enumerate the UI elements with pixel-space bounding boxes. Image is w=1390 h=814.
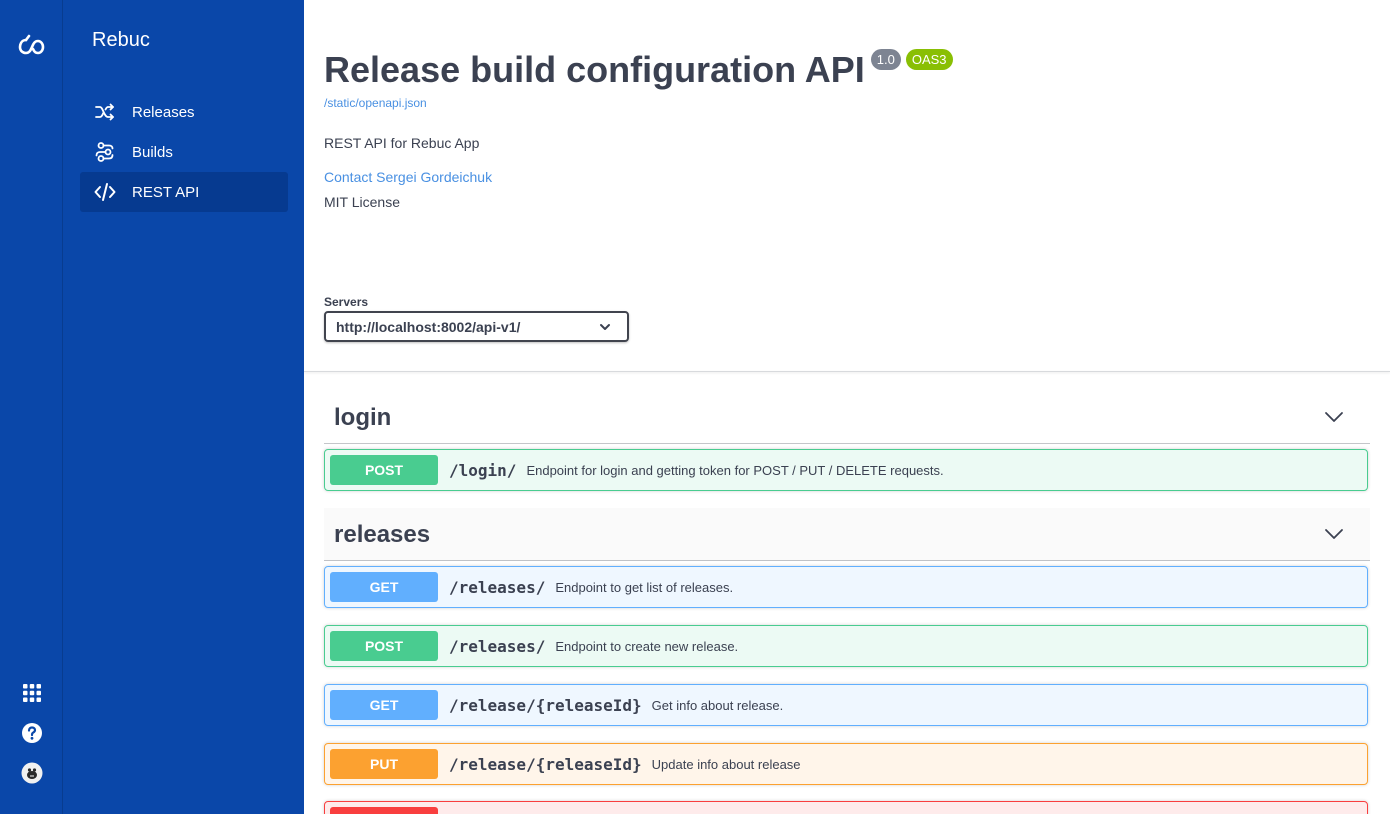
operation-get-release[interactable]: GET /release/{releaseId} Get info about … xyxy=(324,684,1368,726)
icon-rail xyxy=(0,0,63,814)
license-text: MIT License xyxy=(324,194,400,210)
chevron-down-icon[interactable] xyxy=(1324,407,1344,427)
operation-put-release[interactable]: PUT /release/{releaseId} Update info abo… xyxy=(324,743,1368,785)
app-name: Rebuc xyxy=(92,29,150,51)
operation-delete-release[interactable] xyxy=(324,801,1368,814)
page-title: Release build configuration API xyxy=(324,49,865,90)
method-badge: GET xyxy=(330,572,438,602)
sidebar-item-label: Builds xyxy=(132,143,173,161)
tag-header-releases[interactable]: releases xyxy=(324,508,1370,561)
shuffle-icon xyxy=(93,100,117,124)
servers-label: Servers xyxy=(324,295,369,309)
operation-path: /login/ xyxy=(449,460,517,480)
operation-path: /release/{releaseId} xyxy=(449,695,642,715)
sidebar-item-label: REST API xyxy=(132,183,200,201)
tag-name: login xyxy=(334,404,392,431)
swagger-main: Release build configuration API 1.0 OAS3… xyxy=(304,0,1390,814)
method-badge: POST xyxy=(330,455,438,485)
method-badge: PUT xyxy=(330,749,438,779)
sidebar: Rebuc Releases Builds REST API xyxy=(63,0,304,814)
operation-summary: Endpoint to get list of releases. xyxy=(555,579,734,595)
help-icon[interactable] xyxy=(21,722,43,744)
chevron-down-icon xyxy=(599,320,613,334)
method-badge: GET xyxy=(330,690,438,720)
version-badge: 1.0 xyxy=(870,49,901,70)
operation-path: /releases/ xyxy=(449,636,546,656)
contact-link[interactable]: Contact Sergei Gordeichuk xyxy=(324,169,492,185)
method-badge xyxy=(330,807,438,814)
operation-summary: Endpoint for login and getting token for… xyxy=(526,462,944,478)
sidebar-item-label: Releases xyxy=(132,103,195,121)
sidebar-item-releases[interactable]: Releases xyxy=(80,92,288,132)
operation-post-releases[interactable]: POST /releases/ Endpoint to create new r… xyxy=(324,625,1368,667)
builds-icon xyxy=(93,140,117,164)
code-icon xyxy=(93,180,117,204)
sidebar-item-builds[interactable]: Builds xyxy=(80,132,288,172)
operation-path: /release/{releaseId} xyxy=(449,754,642,774)
apps-grid-icon[interactable] xyxy=(21,682,43,704)
operation-summary: Update info about release xyxy=(651,756,801,772)
api-description: REST API for Rebuc App xyxy=(324,135,480,151)
servers-select[interactable]: http://localhost:8002/api-v1/ xyxy=(324,311,629,342)
operation-path: /releases/ xyxy=(449,577,546,597)
servers-select-value: http://localhost:8002/api-v1/ xyxy=(336,318,521,335)
avatar[interactable] xyxy=(21,762,43,784)
method-badge: POST xyxy=(330,631,438,661)
operation-summary: Endpoint to create new release. xyxy=(555,638,739,654)
tag-header-login[interactable]: login xyxy=(324,391,1370,444)
operation-get-releases[interactable]: GET /releases/ Endpoint to get list of r… xyxy=(324,566,1368,608)
tag-name: releases xyxy=(334,521,431,548)
scheme-divider xyxy=(304,371,1390,372)
operation-post-login[interactable]: POST /login/ Endpoint for login and gett… xyxy=(324,449,1368,491)
operation-summary: Get info about release. xyxy=(651,697,784,713)
title-row: Release build configuration API 1.0 OAS3 xyxy=(324,46,953,94)
chevron-down-icon[interactable] xyxy=(1324,524,1344,544)
sidebar-item-rest-api[interactable]: REST API xyxy=(80,172,288,212)
rebuc-logo-icon[interactable] xyxy=(17,30,47,58)
oas-badge: OAS3 xyxy=(905,49,953,70)
spec-url-link[interactable]: /static/openapi.json xyxy=(324,96,427,110)
